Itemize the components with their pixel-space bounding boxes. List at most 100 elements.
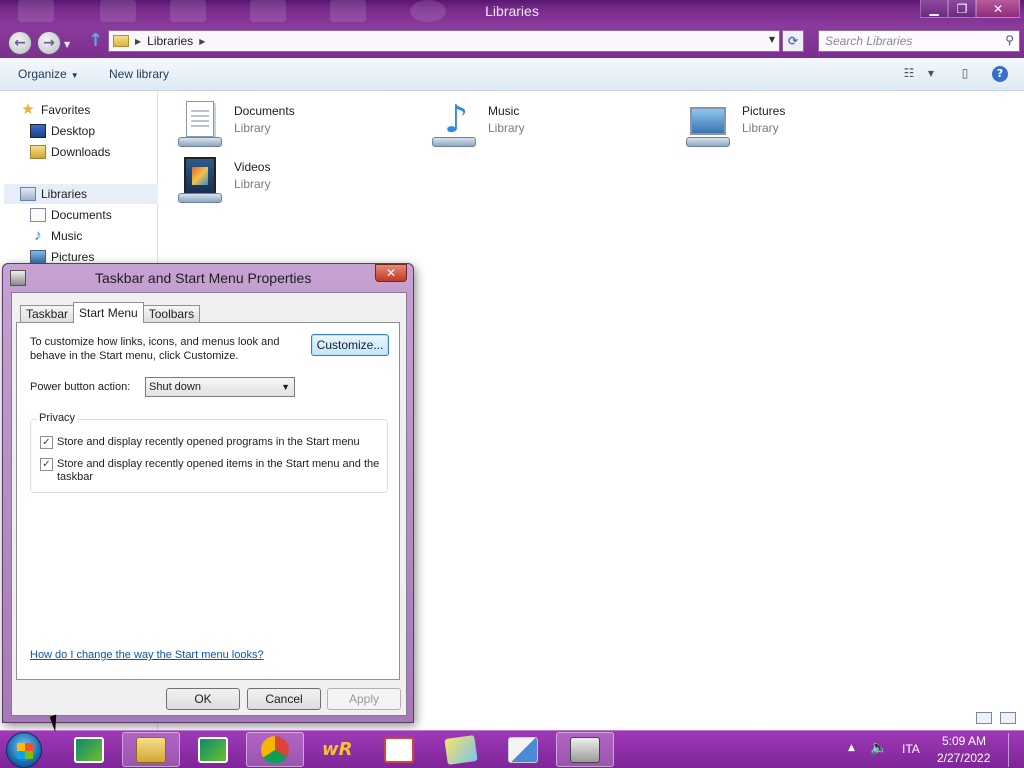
taskbar: wR ▲ 🔈 ITA 5:09 AM 2/27/2022 <box>0 730 1024 768</box>
chevron-down-icon: ▼ <box>70 71 79 80</box>
library-item-documents[interactable]: Documents Library <box>176 97 406 149</box>
help-link[interactable]: How do I change the way the Start menu l… <box>30 649 264 661</box>
pictures-library-icon <box>684 101 732 147</box>
wr-icon: wR <box>322 738 353 760</box>
close-button[interactable]: ✕ <box>976 0 1020 18</box>
nav-desktop[interactable]: Desktop <box>30 121 95 141</box>
taskbar-notes[interactable] <box>432 732 490 767</box>
nav-favorites[interactable]: ★ Favorites <box>20 100 90 120</box>
checkmark-icon[interactable]: ✓ <box>40 436 53 449</box>
taskbar-translate[interactable] <box>494 732 552 767</box>
recent-programs-label: Store and display recently opened progra… <box>57 436 360 448</box>
large-icons-view-icon[interactable] <box>1000 712 1016 724</box>
new-library-button[interactable]: New library <box>109 67 169 81</box>
library-type: Library <box>234 177 271 191</box>
library-name: Documents <box>234 104 295 118</box>
clock-date[interactable]: 2/27/2022 <box>937 751 990 765</box>
nav-desktop-label: Desktop <box>51 124 96 138</box>
taskbar-credit-agricole[interactable] <box>60 732 118 767</box>
library-item-music[interactable]: ♪ Music Library <box>430 97 660 149</box>
recent-items-label: Store and display recently opened items … <box>57 458 380 483</box>
music-library-icon: ♪ <box>430 99 478 147</box>
taskbar-explorer[interactable] <box>122 732 180 767</box>
taskbar-credit-agricole-2[interactable] <box>184 732 242 767</box>
address-bar[interactable]: ▶ Libraries ▶ ▼ <box>108 30 780 52</box>
taskbar-wr[interactable]: wR <box>308 732 366 767</box>
recent-pages-dropdown[interactable]: ▼ <box>64 40 70 49</box>
change-view-icon[interactable]: ☷ <box>900 66 918 82</box>
up-arrow-icon[interactable]: ↑ <box>88 30 103 51</box>
power-button-select[interactable]: Shut down ▼ <box>145 377 295 397</box>
nav-libraries[interactable]: Libraries <box>4 184 158 204</box>
library-item-videos[interactable]: Videos Library <box>176 153 406 205</box>
address-dropdown-icon[interactable]: ▼ <box>769 35 775 44</box>
videos-library-icon <box>176 157 224 203</box>
cancel-button[interactable]: Cancel <box>247 688 321 710</box>
organize-label: Organize <box>18 67 67 81</box>
taskbar-properties[interactable] <box>556 732 614 767</box>
checkmark-icon[interactable]: ✓ <box>40 458 53 471</box>
music-note-icon: ♪ <box>34 227 42 244</box>
organize-button[interactable]: Organize ▼ <box>18 67 79 81</box>
minimize-button[interactable]: ▁ <box>920 0 948 18</box>
forward-button[interactable]: → <box>37 31 61 55</box>
search-input[interactable]: Search Libraries ⚲ <box>818 30 1020 52</box>
dialog-client: Taskbar Start Menu Toolbars To customize… <box>11 292 407 716</box>
pictures-icon <box>30 250 46 264</box>
power-button-value: Shut down <box>149 381 201 393</box>
star-icon: ★ <box>21 101 35 118</box>
credit-agricole-icon <box>198 736 228 763</box>
start-button[interactable] <box>6 732 42 768</box>
breadcrumb-libraries[interactable]: Libraries <box>147 34 193 48</box>
dialog-close-button[interactable]: ✕ <box>375 264 407 282</box>
show-hidden-icons-icon[interactable]: ▲ <box>848 743 855 753</box>
nav-documents-label: Documents <box>51 208 112 222</box>
tab-taskbar[interactable]: Taskbar <box>20 305 75 323</box>
breadcrumb-chevron-icon[interactable]: ▶ <box>199 37 205 46</box>
nav-downloads[interactable]: Downloads <box>30 142 110 162</box>
privacy-group: Privacy ✓ Store and display recently open… <box>30 412 388 493</box>
tab-start-menu[interactable]: Start Menu <box>73 302 144 323</box>
restore-button[interactable]: ❐ <box>948 0 976 18</box>
credit-agricole-icon <box>74 736 104 763</box>
view-dropdown-icon[interactable]: ▼ <box>922 66 940 82</box>
preview-pane-icon[interactable]: ▯ <box>956 66 974 82</box>
language-indicator[interactable]: ITA <box>902 742 920 756</box>
libraries-icon <box>20 187 36 201</box>
library-name: Music <box>488 104 520 118</box>
customize-button[interactable]: Customize... <box>311 334 389 356</box>
recent-items-checkbox[interactable]: ✓ Store and display recently opened items… <box>40 458 380 484</box>
notes-icon <box>444 734 478 765</box>
details-view-icon[interactable] <box>976 712 992 724</box>
taskbar-properties-icon <box>10 270 26 286</box>
ok-button[interactable]: OK <box>166 688 240 710</box>
nav-documents[interactable]: Documents <box>30 205 112 225</box>
libraries-folder-icon <box>113 35 129 47</box>
nav-libraries-label: Libraries <box>41 187 88 201</box>
library-item-pictures[interactable]: Pictures Library <box>684 97 914 149</box>
help-icon[interactable]: ? <box>992 66 1008 82</box>
explorer-titlebar[interactable]: Libraries ▁ ❐ ✕ <box>0 0 1024 26</box>
apply-button[interactable]: Apply <box>327 688 401 710</box>
recent-programs-checkbox[interactable]: ✓ Store and display recently opened progr… <box>40 436 380 449</box>
library-type: Library <box>234 121 271 135</box>
privacy-group-title: Privacy <box>37 412 78 424</box>
nav-music[interactable]: ♪ Music <box>30 226 82 246</box>
nav-downloads-label: Downloads <box>51 145 111 159</box>
back-button[interactable]: ← <box>8 31 32 55</box>
library-type: Library <box>742 121 779 135</box>
power-button-label: Power button action: <box>30 381 131 393</box>
volume-icon[interactable]: 🔈 <box>870 740 887 756</box>
documents-library-icon <box>176 101 224 147</box>
breadcrumb-separator-icon[interactable]: ▶ <box>135 37 141 46</box>
refresh-button[interactable]: ⟳ <box>782 30 804 52</box>
taskbar-chrome[interactable] <box>246 732 304 767</box>
taskbar-properties-dialog: Taskbar and Start Menu Properties ✕ Task… <box>2 263 414 723</box>
tab-toolbars[interactable]: Toolbars <box>142 305 201 323</box>
nav-music-label: Music <box>51 229 83 243</box>
show-desktop-button[interactable] <box>1008 733 1022 767</box>
library-name: Videos <box>234 160 271 174</box>
clock-time[interactable]: 5:09 AM <box>942 734 986 748</box>
search-icon[interactable]: ⚲ <box>1005 33 1014 47</box>
taskbar-gmail[interactable] <box>370 732 428 767</box>
